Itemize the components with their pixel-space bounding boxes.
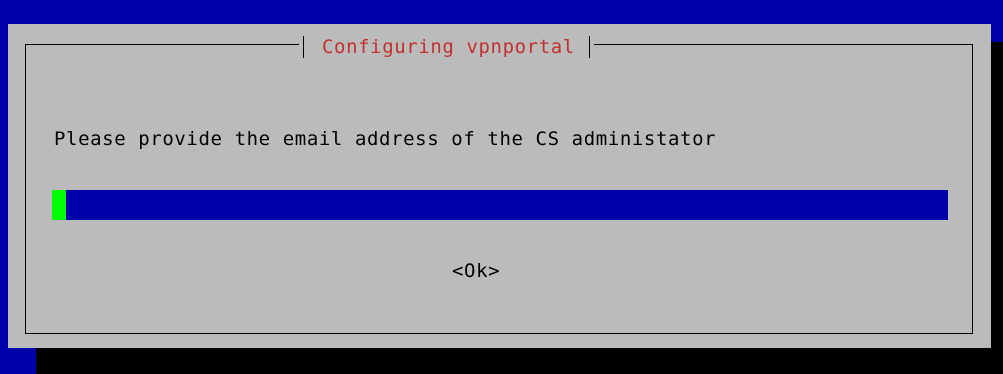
configuration-dialog: Configuring vpnportal Please provide the…: [8, 24, 991, 348]
dialog-title: Configuring vpnportal: [322, 36, 575, 58]
ok-button[interactable]: <Ok>: [452, 260, 500, 282]
title-right-tick: [588, 36, 590, 58]
dialog-title-bar: Configuring vpnportal: [299, 33, 594, 61]
email-input[interactable]: [52, 190, 948, 220]
text-cursor: [52, 190, 66, 220]
prompt-text: Please provide the email address of the …: [54, 128, 717, 150]
dialog-frame: [25, 44, 973, 334]
